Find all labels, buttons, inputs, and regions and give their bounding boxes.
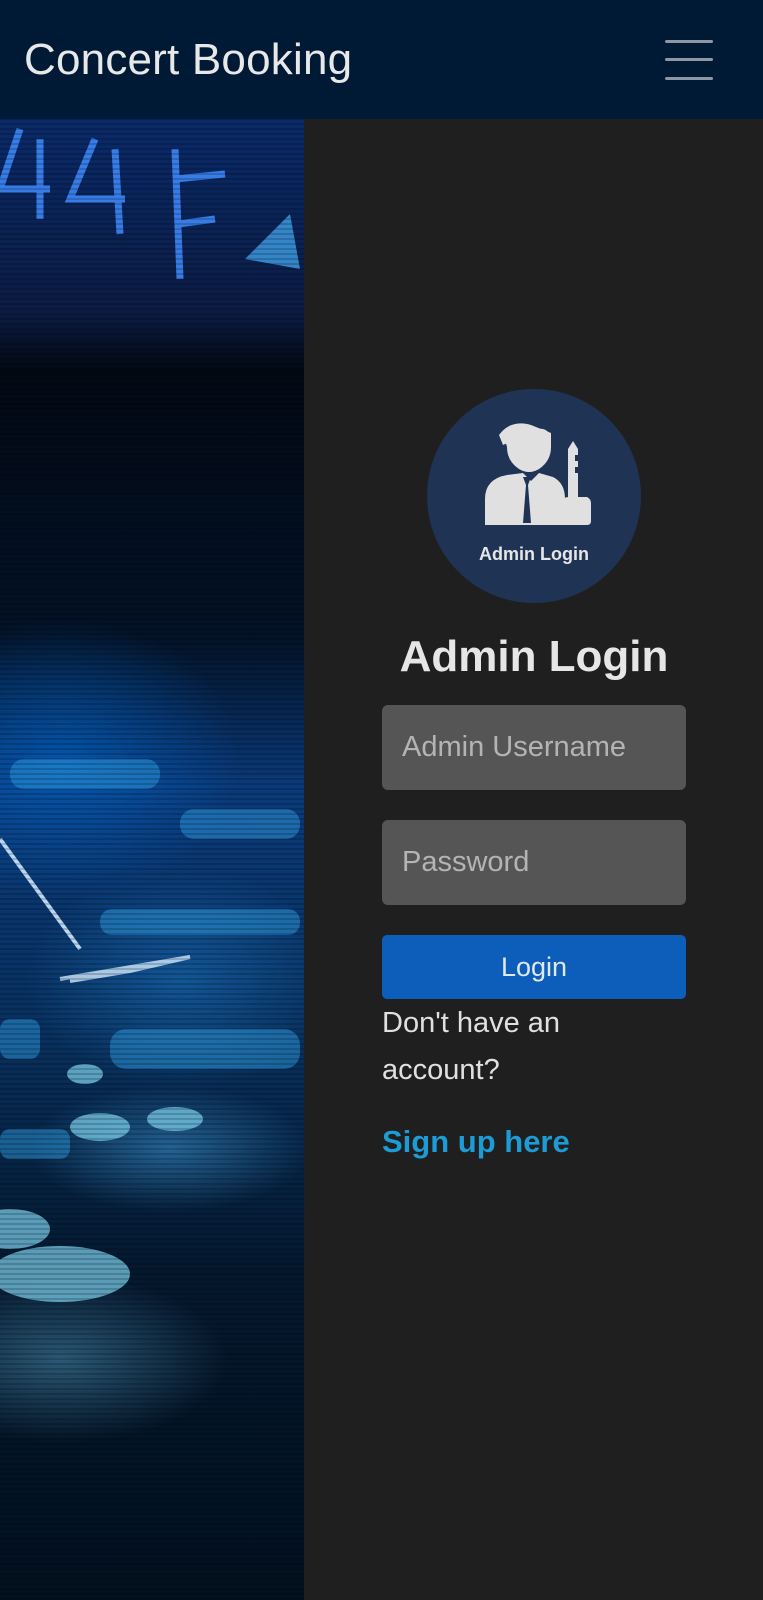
password-input[interactable] [382, 820, 686, 905]
hamburger-menu-icon[interactable] [665, 39, 713, 80]
avatar-label: Admin Login [479, 544, 589, 564]
page-title: Admin Login [399, 632, 669, 681]
top-navbar: Concert Booking [0, 0, 763, 119]
login-button[interactable]: Login [382, 935, 686, 999]
signup-link[interactable]: Sign up here [382, 1124, 570, 1160]
hero-image [0, 119, 304, 1600]
admin-user-key-icon [485, 423, 591, 525]
admin-login-avatar: Admin Login [427, 389, 641, 603]
signup-prompt: Don't have an account? [382, 1007, 561, 1086]
brand-title[interactable]: Concert Booking [24, 35, 352, 85]
admin-username-input[interactable] [382, 705, 686, 790]
